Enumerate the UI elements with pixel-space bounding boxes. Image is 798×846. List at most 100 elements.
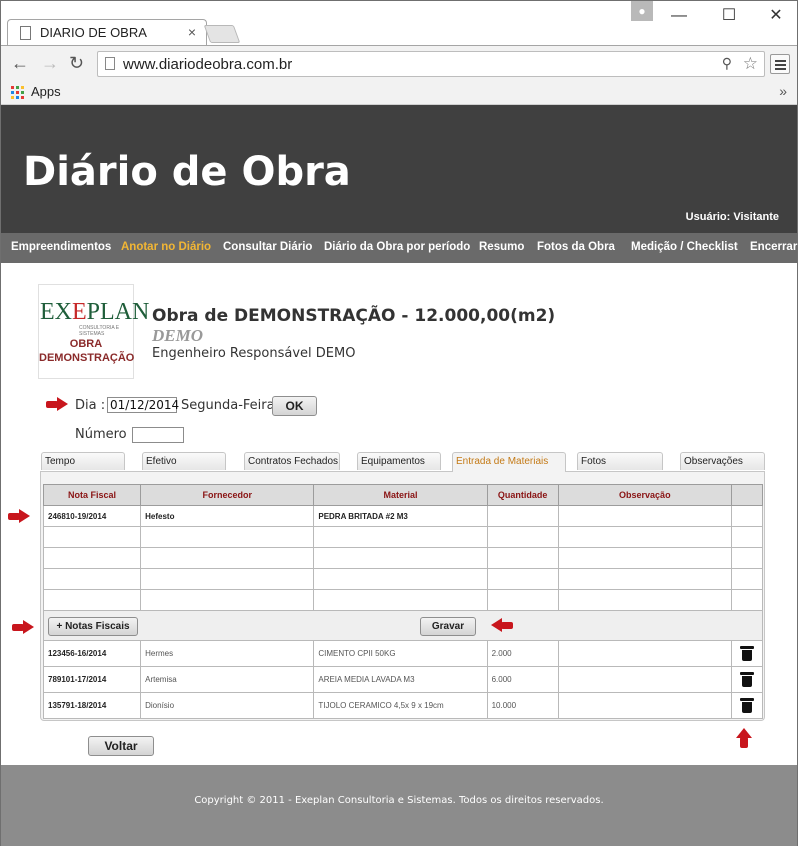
empty-cell[interactable] [557,568,732,590]
empty-cell[interactable] [313,547,488,569]
entry-nota-fiscal[interactable]: 246810-19/2014 [42,505,142,527]
tab-tempo[interactable]: Tempo [41,452,125,470]
menu-icon[interactable] [770,54,790,74]
record-fornecedor: Artemisa [140,666,315,693]
logo-caption-line2: DEMONSTRAÇÃO [39,352,135,364]
empty-cell[interactable] [557,547,732,569]
apps-link[interactable]: Apps [31,84,61,99]
empty-cell[interactable] [486,568,559,590]
entry-actions [730,505,764,527]
tab-observacoes[interactable]: Observações [680,452,765,470]
annotation-arrow-icon [491,618,513,632]
url-text: www.diariodeobra.com.br [123,56,293,73]
browser-toolbar: ← → ↻ www.diariodeobra.com.br ⚲ ☆ [1,45,797,81]
record-material: TIJOLO CERAMICO 4,5x 9 x 19cm [313,692,488,719]
empty-cell[interactable] [140,547,315,569]
empty-cell[interactable] [42,568,142,590]
trash-icon[interactable] [739,645,754,661]
trash-icon[interactable] [739,671,754,687]
numero-input[interactable] [132,427,184,443]
key-icon[interactable]: ⚲ [722,55,732,72]
logo-brand: EXEPLAN [40,299,150,325]
action-row [43,610,763,641]
empty-cell[interactable] [42,526,142,548]
table-row: 123456-16/2014 Hermes CIMENTO CPII 50KG … [42,640,764,667]
minimize-icon[interactable]: — [664,5,694,27]
record-material: AREIA MEDIA LAVADA M3 [313,666,488,693]
profile-icon[interactable]: ● [631,1,653,21]
empty-cell[interactable] [486,589,559,611]
table-row: 789101-17/2014 Artemisa AREIA MEDIA LAVA… [42,666,764,693]
numero-label: Número : [75,427,136,442]
chevron-right-icon[interactable]: » [779,83,787,99]
trash-icon[interactable] [739,697,754,713]
logo-caption-line1: OBRA [69,338,103,350]
empty-cell[interactable] [486,526,559,548]
forward-arrow-icon[interactable]: → [41,53,59,74]
reload-icon[interactable]: ↻ [69,53,84,74]
bookmark-star-icon[interactable]: ☆ [743,54,758,74]
dia-input[interactable]: 01/12/2014 [107,397,179,413]
empty-cell[interactable] [140,526,315,548]
nav-fotos-da-obra[interactable]: Fotos da Obra [537,241,615,253]
empty-cell[interactable] [313,526,488,548]
record-fornecedor: Hermes [140,640,315,667]
maximize-icon[interactable]: ☐ [714,5,744,27]
empty-cell[interactable] [140,568,315,590]
nav-encerrar[interactable]: Encerrar [750,241,797,253]
empty-cell[interactable] [486,547,559,569]
nav-diario-por-periodo[interactable]: Diário da Obra por período [324,241,470,253]
gravar-button[interactable]: Gravar [420,617,476,636]
empty-cell[interactable] [313,589,488,611]
empty-cell[interactable] [42,589,142,611]
annotation-arrow-icon [46,397,68,411]
empty-cell[interactable] [557,589,732,611]
ok-button[interactable]: OK [272,396,317,416]
empty-cell[interactable] [557,526,732,548]
record-nota-fiscal: 789101-17/2014 [42,666,142,693]
new-tab-button[interactable] [203,25,241,43]
record-quantidade: 2.000 [486,640,559,667]
browser-tab[interactable]: DIARIO DE OBRA × [7,19,207,45]
nav-empreendimentos[interactable]: Empreendimentos [11,241,111,253]
title-bar: DIARIO DE OBRA × ● — ☐ ✕ [1,1,797,45]
voltar-button[interactable]: Voltar [88,736,154,756]
empty-cell[interactable] [313,568,488,590]
weekday-label: Segunda-Feira [181,398,275,413]
logo-caption: OBRA DEMONSTRAÇÃO [39,337,135,365]
tab-title: DIARIO DE OBRA [40,25,147,40]
entry-observacao[interactable] [557,505,732,527]
record-quantidade: 10.000 [486,692,559,719]
record-observacao [557,640,732,667]
empty-cell[interactable] [42,547,142,569]
empty-row [42,526,764,548]
add-notas-fiscais-button[interactable]: + Notas Fiscais [48,617,138,636]
entry-material[interactable]: PEDRA BRITADA #2 M3 [313,505,488,527]
apps-grid-icon[interactable] [11,86,25,100]
tab-efetivo[interactable]: Efetivo [142,452,226,470]
nav-resumo[interactable]: Resumo [479,241,524,253]
nav-medicao-checklist[interactable]: Medição / Checklist [631,241,738,253]
tab-entrada-de-materiais[interactable]: Entrada de Materiais [452,452,566,472]
address-bar[interactable]: www.diariodeobra.com.br ⚲ ☆ [97,51,765,77]
col-fornecedor: Fornecedor [140,484,315,506]
tab-fotos[interactable]: Fotos [577,452,663,470]
obra-code: DEMO [152,326,204,345]
dia-label: Dia : [75,398,106,413]
empty-cell[interactable] [140,589,315,611]
nav-anotar-no-diario[interactable]: Anotar no Diário [121,241,211,253]
back-arrow-icon[interactable]: ← [11,53,29,74]
nav-consultar-diario[interactable]: Consultar Diário [223,241,312,253]
record-nota-fiscal: 135791-18/2014 [42,692,142,719]
tab-equipamentos[interactable]: Equipamentos [357,452,441,470]
empty-cell [730,526,764,548]
entry-fornecedor[interactable]: Hefesto [140,505,315,527]
tab-contratos-fechados[interactable]: Contratos Fechados [244,452,340,470]
entry-quantidade[interactable] [486,505,559,527]
tab-close-icon[interactable]: × [188,24,196,40]
main-nav: Empreendimentos Anotar no Diário Consult… [1,233,797,263]
window-close-icon[interactable]: ✕ [761,5,791,27]
user-label: Usuário: Visitante [685,211,779,223]
delete-cell [730,640,764,667]
record-nota-fiscal: 123456-16/2014 [42,640,142,667]
